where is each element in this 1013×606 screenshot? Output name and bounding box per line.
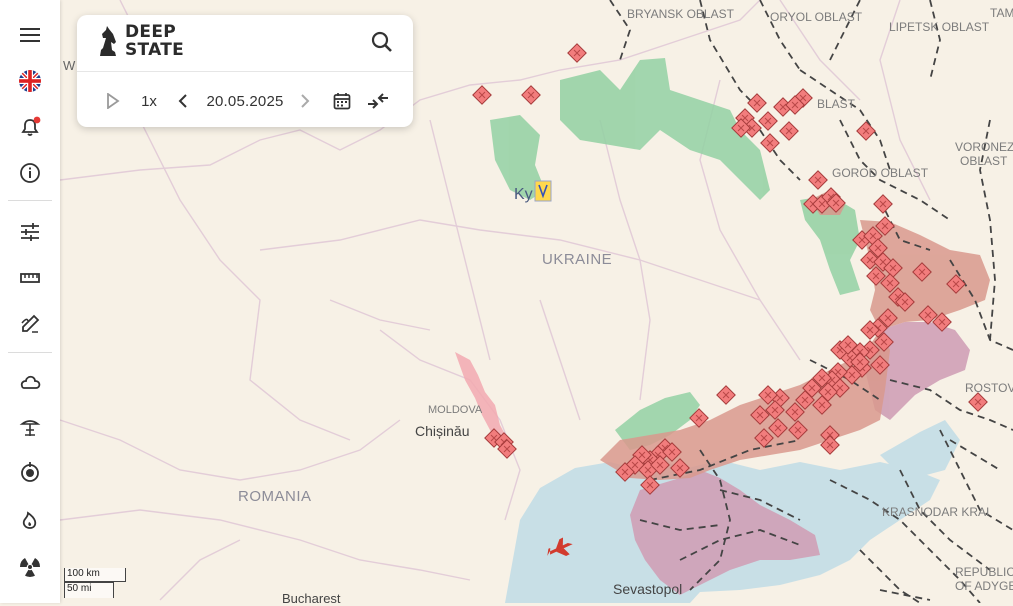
scale-mi: 50 mi xyxy=(64,582,114,598)
fire-icon xyxy=(22,511,37,529)
map-label-romania: ROMANIA xyxy=(238,488,312,505)
speed-button[interactable]: 1x xyxy=(137,88,161,114)
menu-button[interactable] xyxy=(0,15,60,55)
map-label-lipetsk: LIPETSK OBLAST xyxy=(889,20,990,34)
radiation-icon xyxy=(19,558,41,577)
play-button[interactable] xyxy=(103,88,123,114)
info-button[interactable] xyxy=(0,153,60,193)
uk-flag-icon xyxy=(19,70,41,92)
previous-date-button[interactable] xyxy=(175,88,191,114)
date-display[interactable]: 20.05.2025 xyxy=(204,88,286,114)
map-label-belgorod: GOROD OBLAST xyxy=(832,166,929,180)
ruler-icon xyxy=(20,273,40,283)
map-label-adygea: REPUBLIC xyxy=(955,565,1013,579)
map-label-bryansk: BRYANSK OBLAST xyxy=(627,7,734,21)
map-label-kursk: BLAST xyxy=(817,97,856,111)
search-button[interactable] xyxy=(369,29,395,55)
map-label-moldova: MOLDOVA xyxy=(428,404,483,416)
cloud-icon xyxy=(20,375,41,389)
map-label-ukraine: UKRAINE xyxy=(542,251,613,268)
bell-icon xyxy=(21,116,41,136)
map-label-bucharest[interactable]: Bucharest xyxy=(282,591,341,606)
chevron-left-icon xyxy=(178,94,187,108)
logo[interactable]: DEEP STATE xyxy=(97,23,184,59)
map-label-kyiv[interactable]: Ky xyxy=(514,186,533,204)
nuclear-plant-button[interactable] xyxy=(0,407,60,447)
search-icon xyxy=(371,31,392,52)
control-panel: DEEP STATE 1x 20.05.2025 xyxy=(77,15,413,127)
chevron-right-icon xyxy=(301,94,310,108)
fire-button[interactable] xyxy=(0,499,60,539)
logo-line-1: DEEP xyxy=(125,22,176,42)
map-label-voronezh: VORONEZH xyxy=(955,140,1013,154)
map-label-tam: TAM xyxy=(990,6,1013,20)
map-label-chisinau[interactable]: Chișinău xyxy=(415,423,469,439)
sliders-icon xyxy=(21,223,39,241)
panel-divider xyxy=(77,71,413,72)
info-icon xyxy=(20,163,40,183)
map-label-voronezh-oblast: OBLAST xyxy=(960,154,1008,168)
filters-button[interactable] xyxy=(0,212,60,252)
menu-icon xyxy=(20,28,40,42)
map-label-adygea-2: OF ADYGEA xyxy=(955,579,1013,593)
map-label-rostov: ROSTOV xyxy=(965,381,1013,395)
target-button[interactable] xyxy=(0,452,60,492)
radiation-button[interactable] xyxy=(0,547,60,587)
map-label-oryol: ORYOL OBLAST xyxy=(770,10,863,24)
ruler-button[interactable] xyxy=(0,258,60,298)
nuclear-plant-icon xyxy=(19,420,41,436)
map-label-krasnodar: KRASNODAR KRAI xyxy=(882,505,990,519)
next-date-button[interactable] xyxy=(297,88,313,114)
weather-button[interactable] xyxy=(0,362,60,402)
map-label-w: W xyxy=(63,58,76,73)
scale-km: 100 km xyxy=(64,568,126,582)
knight-logo-icon xyxy=(100,26,116,56)
calendar-icon xyxy=(333,93,351,110)
target-icon xyxy=(21,462,39,482)
draw-button[interactable] xyxy=(0,304,60,344)
compare-arrows-icon xyxy=(368,93,388,109)
sidebar xyxy=(0,0,60,603)
notifications-button[interactable] xyxy=(0,107,60,147)
map-label-sevastopol[interactable]: Sevastopol xyxy=(613,581,682,597)
language-button[interactable] xyxy=(0,61,60,101)
compare-button[interactable] xyxy=(365,88,391,114)
play-icon xyxy=(107,93,120,109)
draw-icon xyxy=(21,314,40,333)
calendar-button[interactable] xyxy=(331,88,353,114)
logo-line-2: STATE xyxy=(125,40,185,60)
